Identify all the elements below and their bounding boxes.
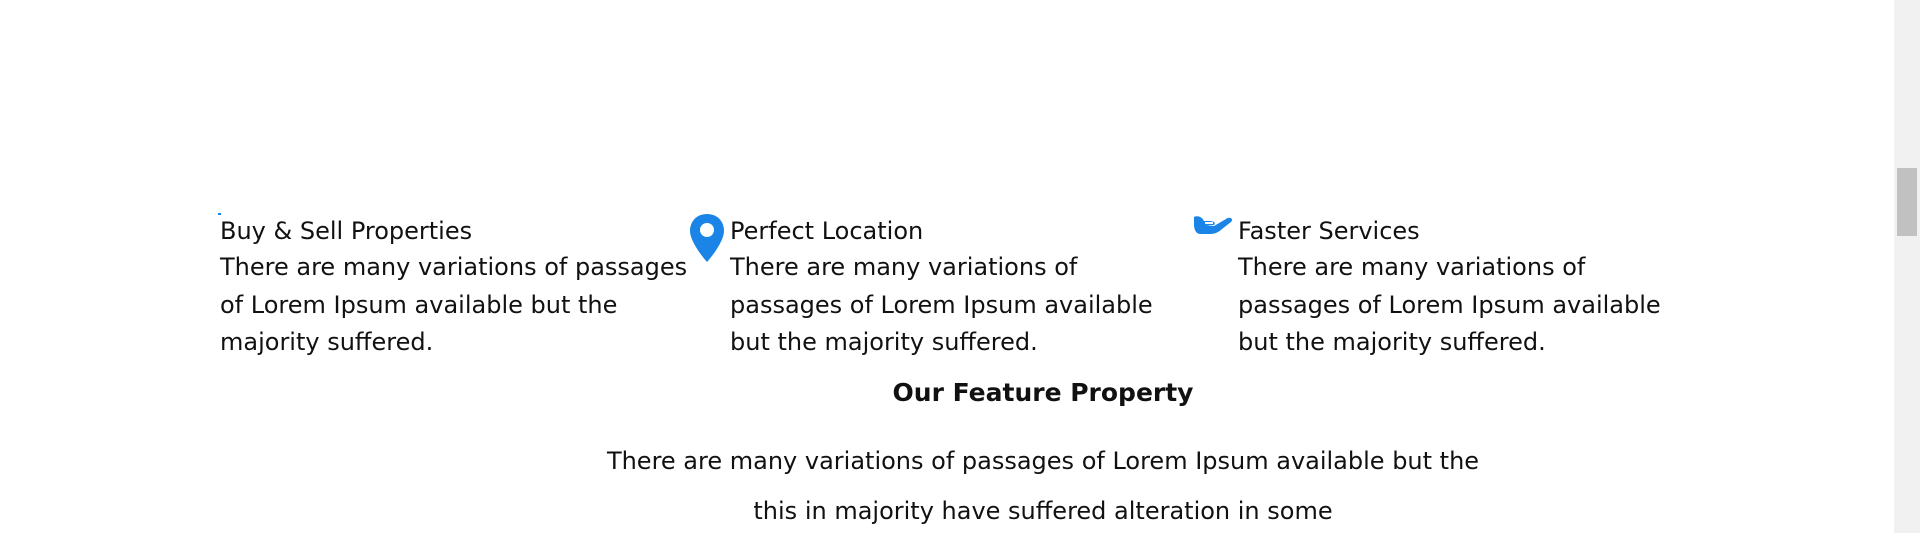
page: Buy & Sell Properties There are many var… [0, 0, 1920, 533]
features-section: Buy & Sell Properties There are many var… [0, 0, 1894, 533]
feature-description: There are many variations of passages of… [220, 253, 688, 356]
feature-description: There are many variations of passages of… [1238, 253, 1661, 356]
feature-perfect-location: Perfect Location There are many variatio… [690, 213, 1170, 362]
feature-title: Buy & Sell Properties [220, 217, 473, 245]
feature-title: Perfect Location [730, 217, 924, 245]
section-heading: Our Feature Property [892, 378, 1194, 407]
map-pin-icon [690, 214, 724, 262]
feature-title: Faster Services [1238, 217, 1420, 245]
scrollbar-thumb[interactable] [1897, 168, 1917, 236]
section-subtext: There are many variations of passages of… [606, 447, 1480, 525]
vertical-scrollbar[interactable] [1894, 0, 1920, 533]
feature-description: There are many variations of passages of… [730, 253, 1153, 356]
hand-holding-icon [1194, 216, 1233, 234]
feature-faster-services: Faster Services There are many variation… [1194, 213, 1678, 362]
tiny-image-icon [218, 213, 221, 215]
feature-buy-sell: Buy & Sell Properties There are many var… [218, 213, 690, 362]
